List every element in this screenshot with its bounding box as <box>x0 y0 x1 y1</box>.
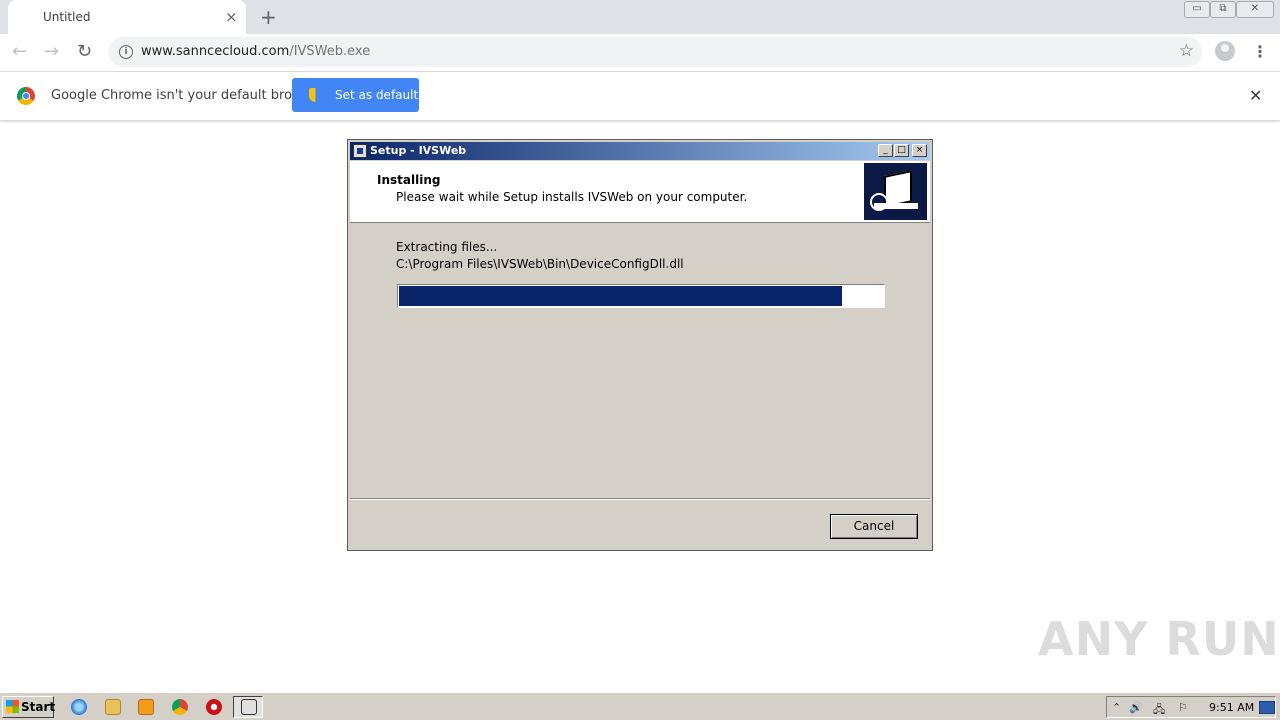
windows-logo-icon <box>6 700 19 713</box>
install-progress-bar <box>397 284 885 308</box>
dialog-close-button[interactable]: × <box>912 144 927 157</box>
clock[interactable]: 9:51 AM <box>1209 701 1254 714</box>
restore-button[interactable]: ⧉ <box>1210 1 1236 18</box>
set-as-default-label: Set as default <box>335 88 419 102</box>
bookmark-star-icon[interactable]: ☆ <box>1179 41 1194 61</box>
restore-icon: ⧉ <box>1219 3 1227 14</box>
internet-explorer-icon[interactable] <box>71 699 87 715</box>
browser-tab[interactable]: Untitled × <box>8 0 246 34</box>
taskbar: Start ⌃ 🔊 🖧 ⚐ 9:51 AM <box>0 692 1280 720</box>
infobar-message: Google Chrome isn't your default browser <box>51 88 323 103</box>
chrome-taskbar-icon[interactable] <box>172 699 188 715</box>
installer-computer-icon <box>864 163 927 220</box>
dialog-minimize-button[interactable]: _ <box>878 144 893 157</box>
action-center-flag-icon[interactable]: ⚐ <box>1178 701 1188 714</box>
setup-taskbar-button[interactable] <box>233 696 263 718</box>
opera-icon[interactable] <box>206 699 222 715</box>
status-text: Extracting files... <box>396 240 498 254</box>
current-file-path: C:\Program Files\IVSWeb\Bin\DeviceConfig… <box>396 257 684 271</box>
tab-strip: Untitled × + ▭ ⧉ ✕ <box>0 0 1280 34</box>
new-tab-icon[interactable]: + <box>260 5 277 29</box>
chrome-logo-icon <box>17 87 35 105</box>
show-hidden-icons-icon[interactable]: ⌃ <box>1112 701 1121 714</box>
reload-icon[interactable]: ↻ <box>77 41 92 62</box>
setup-taskbar-icon <box>241 699 257 715</box>
media-player-icon[interactable] <box>138 699 154 715</box>
show-desktop-icon[interactable] <box>1259 701 1275 714</box>
chrome-menu-icon[interactable]: ⋮ <box>1252 42 1268 61</box>
setup-app-icon <box>353 144 367 158</box>
start-label: Start <box>21 700 56 714</box>
tab-title: Untitled <box>43 10 91 24</box>
system-tray: ⌃ 🔊 🖧 ⚐ 9:51 AM <box>1106 696 1276 718</box>
dialog-header: Installing Please wait while Setup insta… <box>350 161 930 223</box>
dialog-title: Setup - IVSWeb <box>370 144 467 157</box>
volume-icon[interactable]: 🔊 <box>1129 701 1143 714</box>
profile-avatar-icon[interactable] <box>1215 41 1235 61</box>
tab-close-icon[interactable]: × <box>225 8 238 26</box>
page-heading: Installing <box>377 173 441 187</box>
page-subheading: Please wait while Setup installs IVSWeb … <box>396 190 748 204</box>
set-as-default-button[interactable]: Set as default <box>292 78 419 112</box>
infobar-close-icon[interactable]: ✕ <box>1249 86 1262 105</box>
dialog-maximize-button[interactable]: □ <box>894 144 909 157</box>
url-host: www.sanncecloud.com <box>141 44 290 59</box>
setup-dialog: Setup - IVSWeb _ □ × Installing Please w… <box>347 139 933 551</box>
default-browser-infobar: Google Chrome isn't your default browser… <box>0 72 1280 121</box>
site-info-icon[interactable]: i <box>119 45 133 59</box>
close-icon: ✕ <box>1250 3 1260 14</box>
url-text[interactable]: www.sanncecloud.com/IVSWeb.exe <box>141 44 370 59</box>
minimize-icon: ▭ <box>1192 3 1202 14</box>
back-icon[interactable]: ← <box>12 41 27 62</box>
progress-fill <box>399 286 842 306</box>
start-button[interactable]: Start <box>2 696 56 718</box>
anyrun-watermark: ANY RUN <box>1038 612 1280 666</box>
cancel-button[interactable]: Cancel <box>830 514 918 539</box>
uac-shield-icon <box>309 88 322 102</box>
close-window-button[interactable]: ✕ <box>1236 1 1274 18</box>
dialog-titlebar[interactable]: Setup - IVSWeb _ □ × <box>350 142 930 160</box>
browser-toolbar: ← → ↻ i www.sanncecloud.com/IVSWeb.exe ☆ <box>0 34 1280 72</box>
address-bar[interactable]: i www.sanncecloud.com/IVSWeb.exe ☆ <box>108 37 1202 67</box>
network-icon[interactable]: 🖧 <box>1153 701 1165 720</box>
dialog-divider <box>350 498 930 500</box>
minimize-button[interactable]: ▭ <box>1184 1 1210 18</box>
forward-icon[interactable]: → <box>44 41 59 62</box>
url-path: /IVSWeb.exe <box>289 44 371 59</box>
file-explorer-icon[interactable] <box>105 699 121 715</box>
